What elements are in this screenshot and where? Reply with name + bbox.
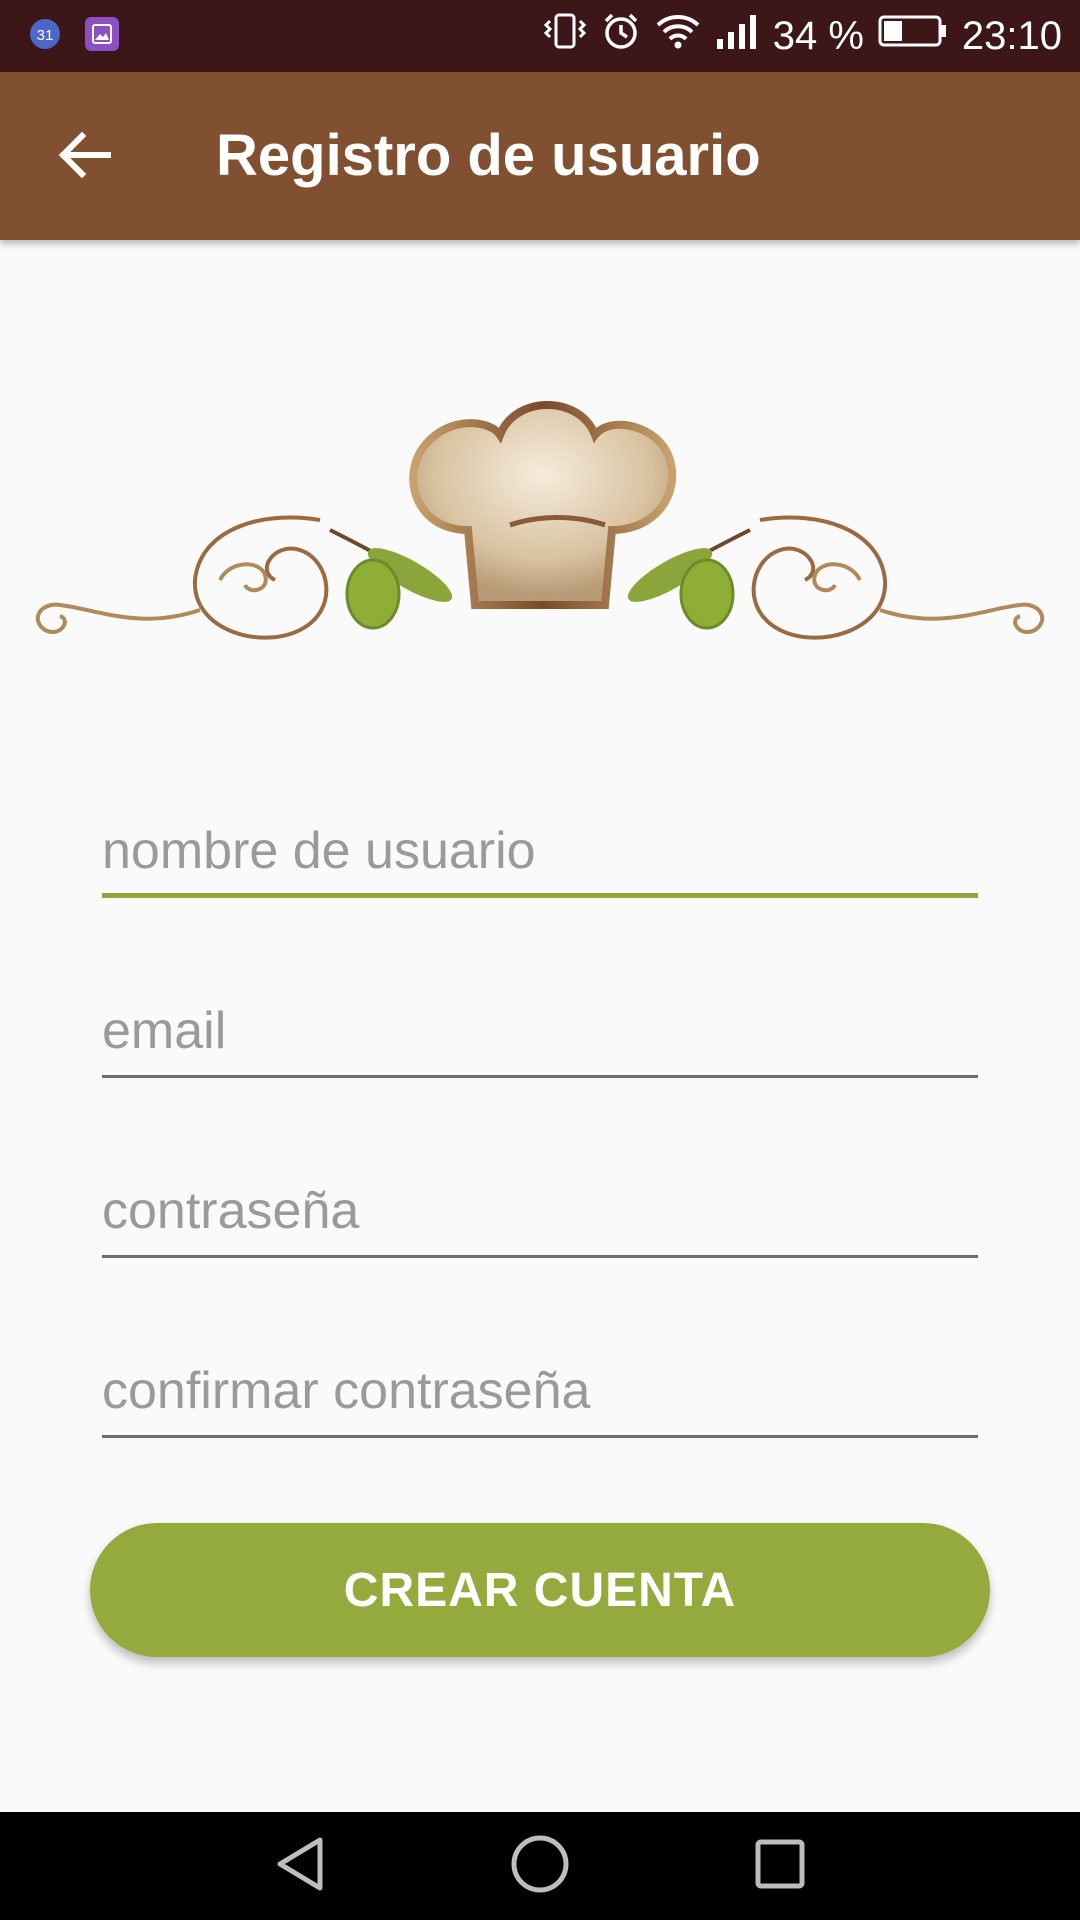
signal-icon (715, 11, 759, 61)
home-circle-icon (509, 1833, 571, 1900)
back-triangle-icon (272, 1834, 328, 1899)
status-bar: 31 34 % 23:10 (0, 0, 1080, 72)
nav-home-button[interactable] (480, 1812, 600, 1920)
alarm-icon (601, 11, 641, 61)
svg-text:31: 31 (37, 27, 54, 44)
recents-square-icon (752, 1836, 808, 1897)
back-button[interactable] (40, 112, 130, 202)
app-bar: Registro de usuario (0, 72, 1080, 240)
wifi-icon (655, 11, 701, 61)
password-field[interactable] (102, 1168, 978, 1258)
confirm-password-input[interactable] (102, 1348, 978, 1434)
create-account-button[interactable]: CREAR CUENTA (90, 1523, 990, 1657)
battery-icon (878, 13, 948, 59)
email-input[interactable] (102, 988, 978, 1074)
nav-back-button[interactable] (240, 1812, 360, 1920)
confirm-password-underline (102, 1435, 978, 1438)
gallery-icon (84, 16, 120, 57)
username-input[interactable] (102, 808, 978, 894)
notification-icons: 31 (28, 16, 120, 57)
calendar-icon: 31 (28, 17, 62, 56)
status-time: 23:10 (961, 14, 1062, 58)
password-input[interactable] (102, 1168, 978, 1254)
navigation-bar (0, 1812, 1080, 1920)
confirm-password-field[interactable] (102, 1348, 978, 1438)
username-underline (102, 893, 978, 898)
email-underline (102, 1075, 978, 1078)
arrow-back-icon (58, 128, 112, 187)
password-underline (102, 1255, 978, 1258)
system-status: 34 % 23:10 (543, 0, 1062, 72)
email-field[interactable] (102, 988, 978, 1078)
vibrate-icon (543, 11, 587, 61)
chef-hat-logo (20, 380, 1060, 670)
battery-percent: 34 % (772, 14, 864, 58)
username-field[interactable] (102, 808, 978, 898)
page-title: Registro de usuario (216, 123, 761, 188)
nav-recents-button[interactable] (720, 1812, 840, 1920)
